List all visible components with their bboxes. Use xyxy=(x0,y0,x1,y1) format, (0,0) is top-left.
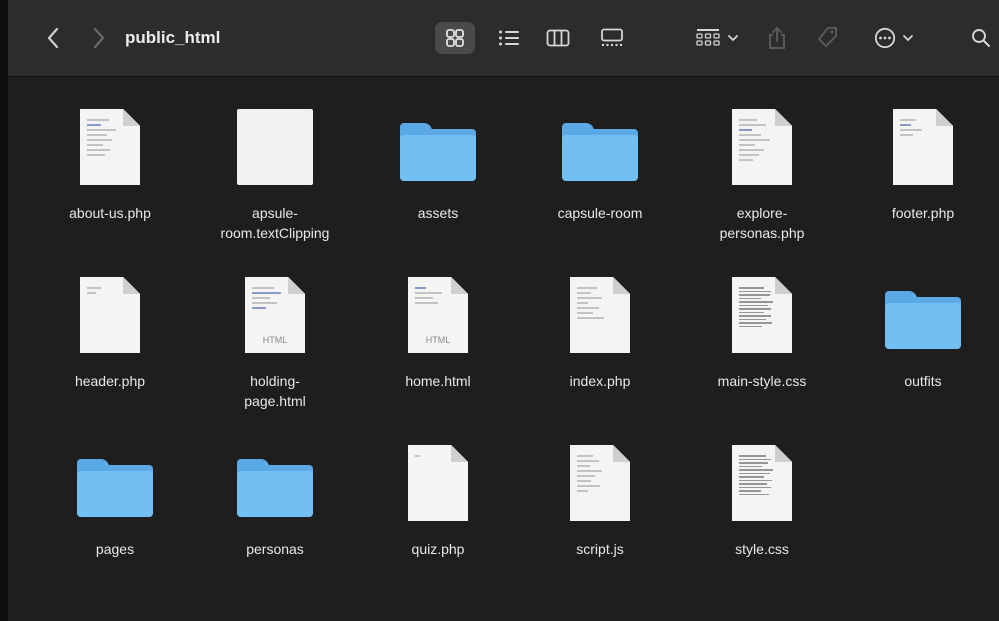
thumbnail xyxy=(843,95,999,185)
folder-item[interactable]: capsule-room xyxy=(520,95,680,223)
list-view-button[interactable] xyxy=(489,22,529,54)
thumbnail xyxy=(843,263,999,353)
thumbnail: HTML xyxy=(358,263,518,353)
file-label: index.php xyxy=(569,373,631,389)
file-label: header.php xyxy=(74,373,146,389)
folder-item[interactable]: pages xyxy=(35,431,195,559)
php-file-icon xyxy=(893,109,953,185)
file-label: style.css xyxy=(735,541,789,557)
toolbar: public_html xyxy=(8,0,999,77)
grid-icon xyxy=(446,29,464,47)
thumbnail xyxy=(520,95,680,185)
file-item[interactable]: footer.php xyxy=(843,95,999,223)
chevron-down-icon xyxy=(728,35,738,42)
group-button[interactable] xyxy=(686,0,748,76)
file-item[interactable]: main-style.css xyxy=(682,263,842,391)
thumbnail xyxy=(520,263,680,353)
php-file-icon xyxy=(732,109,792,185)
file-item[interactable]: style.css xyxy=(682,431,842,559)
file-label: holding- page.html xyxy=(244,373,306,409)
folder-icon xyxy=(562,123,638,181)
css-file-icon xyxy=(732,445,792,521)
file-item[interactable]: HTML home.html xyxy=(358,263,518,391)
more-button[interactable] xyxy=(866,0,922,76)
folder-label: pages xyxy=(95,541,135,557)
folder-item[interactable]: personas xyxy=(195,431,355,559)
file-item[interactable]: explore- personas.php xyxy=(682,95,842,243)
file-item[interactable]: about-us.php xyxy=(30,95,190,223)
text-clipping-icon xyxy=(237,109,313,185)
php-file-icon xyxy=(408,445,468,521)
folder-label: assets xyxy=(417,205,459,221)
file-label: footer.php xyxy=(891,205,955,221)
html-tag: HTML xyxy=(425,335,451,345)
file-label: quiz.php xyxy=(411,541,465,557)
folder-label: outfits xyxy=(904,373,942,389)
icon-view-button[interactable] xyxy=(435,22,475,54)
file-label: main-style.css xyxy=(717,373,807,389)
file-label: script.js xyxy=(576,541,624,557)
file-item[interactable]: index.php xyxy=(520,263,680,391)
gallery-icon xyxy=(601,28,623,47)
thumbnail xyxy=(682,95,842,185)
file-item[interactable]: header.php xyxy=(30,263,190,391)
thumbnail xyxy=(195,95,355,185)
tags-button[interactable] xyxy=(810,0,844,76)
folder-icon xyxy=(237,459,313,517)
search-button[interactable] xyxy=(966,0,996,76)
forward-button[interactable] xyxy=(82,0,116,76)
thumbnail xyxy=(520,431,680,521)
list-icon xyxy=(499,30,519,46)
file-label: apsule- room.textClipping xyxy=(220,205,330,241)
column-view-button[interactable] xyxy=(538,22,578,54)
share-button[interactable] xyxy=(760,0,794,76)
window-title: public_html xyxy=(125,28,221,47)
css-file-icon xyxy=(732,277,792,353)
folder-label: personas xyxy=(246,541,304,557)
thumbnail xyxy=(195,431,355,521)
php-file-icon xyxy=(570,277,630,353)
file-item[interactable]: HTML holding- page.html xyxy=(195,263,355,411)
thumbnail xyxy=(358,431,518,521)
php-file-icon xyxy=(80,277,140,353)
file-label: home.html xyxy=(405,373,471,389)
thumbnail xyxy=(682,263,842,353)
js-file-icon xyxy=(570,445,630,521)
file-label: about-us.php xyxy=(69,205,151,221)
file-item[interactable]: apsule- room.textClipping xyxy=(195,95,355,243)
html-file-icon: HTML xyxy=(245,277,305,353)
tag-icon xyxy=(818,27,837,47)
thumbnail: HTML xyxy=(195,263,355,353)
chevron-left-icon xyxy=(47,27,59,49)
file-item[interactable]: script.js xyxy=(520,431,680,559)
folder-label: capsule-room xyxy=(557,205,643,221)
finder-window: public_html about-us.php apsule- room.te… xyxy=(0,0,999,621)
thumbnail xyxy=(358,95,518,185)
ellipsis-circle-icon xyxy=(874,27,896,49)
back-button[interactable] xyxy=(36,0,70,76)
file-label: explore- personas.php xyxy=(719,205,805,241)
chevron-down-icon xyxy=(903,35,913,42)
folder-item[interactable]: assets xyxy=(358,95,518,223)
columns-icon xyxy=(546,29,570,47)
group-grid-icon xyxy=(696,29,720,46)
search-icon xyxy=(972,29,990,47)
thumbnail xyxy=(30,263,190,353)
chevron-right-icon xyxy=(93,27,105,49)
html-tag: HTML xyxy=(262,335,288,345)
share-icon xyxy=(769,26,785,49)
thumbnail xyxy=(30,95,190,185)
folder-icon xyxy=(400,123,476,181)
thumbnail xyxy=(35,431,195,521)
php-file-icon xyxy=(80,109,140,185)
folder-icon xyxy=(885,291,961,349)
thumbnail xyxy=(682,431,842,521)
file-item[interactable]: quiz.php xyxy=(358,431,518,559)
gallery-view-button[interactable] xyxy=(592,22,632,54)
html-file-icon: HTML xyxy=(408,277,468,353)
folder-item[interactable]: outfits xyxy=(843,263,999,391)
folder-icon xyxy=(77,459,153,517)
